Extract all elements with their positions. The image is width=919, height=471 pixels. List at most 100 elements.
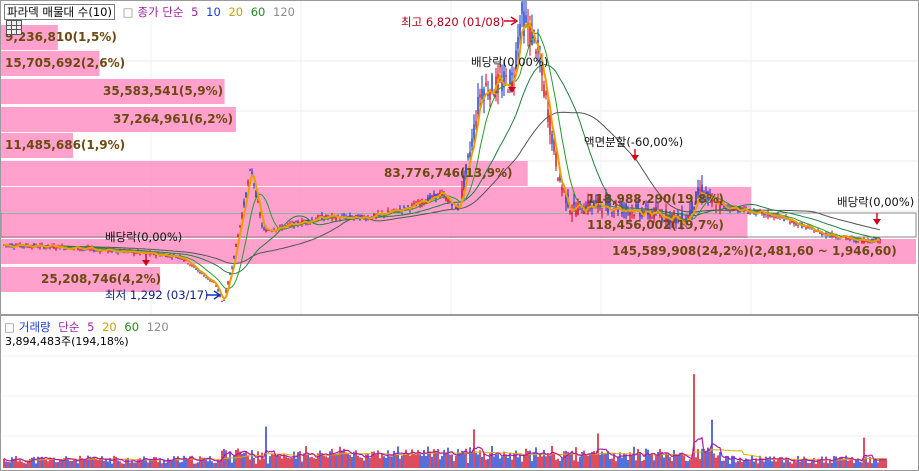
- volume-bar: [183, 455, 185, 468]
- volume-profile-label-5: 11,485,686(1,9%): [5, 138, 125, 152]
- volume-bar: [291, 457, 293, 468]
- volume-bar: [693, 374, 695, 468]
- volume-bar: [313, 458, 315, 468]
- volume-bar: [357, 455, 359, 468]
- volume-bar: [883, 460, 885, 468]
- volume-bar: [517, 457, 519, 468]
- volume-ma-period-120[interactable]: 120: [147, 320, 169, 334]
- volume-bar: [611, 458, 613, 468]
- volume-bar: [289, 458, 291, 468]
- grid-table-icon[interactable]: [6, 20, 22, 35]
- volume-bar: [485, 459, 487, 468]
- volume-bar: [503, 451, 505, 468]
- volume-bar: [491, 446, 493, 468]
- volume-bar: [3, 458, 5, 468]
- volume-bar: [323, 455, 325, 468]
- candle-body: [789, 221, 791, 224]
- volume-bar: [397, 446, 399, 468]
- candle-body: [233, 255, 235, 259]
- price-ma-period-5[interactable]: 5: [191, 5, 198, 19]
- volume-bar: [807, 462, 809, 468]
- volume-bar: [167, 458, 169, 468]
- volume-bar: [447, 447, 449, 468]
- price-ma-period-60[interactable]: 60: [251, 5, 266, 19]
- volume-bar: [427, 446, 429, 468]
- volume-bar: [19, 460, 21, 468]
- volume-bar: [213, 463, 215, 468]
- volume-bar: [643, 459, 645, 468]
- volume-bar: [859, 461, 861, 468]
- volume-bar: [673, 449, 675, 468]
- candle-body: [431, 195, 433, 198]
- volume-bar: [249, 459, 251, 468]
- volume-bar: [265, 426, 267, 468]
- candle-body: [477, 96, 479, 114]
- candle-body: [403, 206, 405, 208]
- dividend-label-3: 배당락(0,00%): [837, 195, 914, 209]
- volume-bar: [535, 447, 537, 468]
- price-ma-prefix[interactable]: 종가 단순: [138, 5, 184, 19]
- candle-body: [581, 212, 583, 214]
- volume-ma-period-60[interactable]: 60: [124, 320, 139, 334]
- volume-bar: [55, 462, 57, 468]
- down-arrow-icon: [508, 87, 516, 93]
- volume-bar: [557, 458, 559, 468]
- volume-bar: [179, 462, 181, 468]
- volume-profile-label-6: 83,776,746(13,9%): [384, 166, 513, 180]
- volume-bar: [501, 456, 503, 468]
- candle-body: [535, 50, 537, 54]
- volume-bar: [93, 456, 95, 468]
- volume-bar: [271, 453, 273, 468]
- volume-bar: [569, 454, 571, 468]
- volume-bar: [283, 454, 285, 468]
- candle-body: [523, 11, 525, 37]
- volume-bar: [61, 460, 63, 468]
- volume-bar: [767, 458, 769, 468]
- volume-bar: [669, 457, 671, 468]
- price-ma-period-120[interactable]: 120: [273, 5, 295, 19]
- volume-bar: [267, 463, 269, 468]
- candle-body: [355, 214, 357, 217]
- volume-bar: [307, 453, 309, 468]
- volume-label[interactable]: 거래량: [19, 320, 51, 334]
- candle-body: [481, 89, 483, 99]
- volume-ma-period-5[interactable]: 5: [87, 320, 94, 334]
- volume-bar: [609, 458, 611, 468]
- volume-bar: [287, 457, 289, 468]
- volume-profile-label[interactable]: 파라덱 매물대 수(10): [4, 4, 115, 20]
- volume-bar: [539, 453, 541, 468]
- candle-body: [239, 225, 241, 227]
- volume-bar: [481, 457, 483, 468]
- volume-bar: [871, 463, 873, 468]
- volume-bar: [251, 450, 253, 468]
- volume-bar: [65, 456, 67, 468]
- volume-bar: [677, 455, 679, 468]
- candle-body: [79, 249, 81, 251]
- volume-bar: [181, 461, 183, 468]
- candle-body: [361, 214, 363, 216]
- candle-body: [479, 94, 481, 98]
- volume-bar: [541, 456, 543, 468]
- price-ma-period-10[interactable]: 10: [206, 5, 221, 19]
- price-ma-period-20[interactable]: 20: [228, 5, 243, 19]
- volume-bar: [35, 463, 37, 468]
- volume-bar: [215, 462, 217, 468]
- volume-bar: [621, 457, 623, 468]
- volume-bar: [123, 463, 125, 468]
- volume-bar: [45, 458, 47, 468]
- volume-bar: [585, 455, 587, 468]
- price-chart-panel[interactable]: 파라덱 매물대 수(10) □ 종가 단순 5 10 20 60 120 9,23…: [0, 0, 919, 315]
- candle-body: [183, 259, 185, 261]
- volume-bar: [713, 453, 715, 468]
- volume-chart-panel[interactable]: □ 거래량 단순 5 20 60 120 3,894,483주(194,18%): [0, 315, 919, 471]
- volume-bar: [493, 456, 495, 468]
- volume-ma-period-20[interactable]: 20: [102, 320, 117, 334]
- volume-bar: [235, 449, 237, 468]
- volume-bar: [245, 451, 247, 468]
- candle-body: [251, 171, 253, 175]
- volume-ma-prefix[interactable]: 단순: [58, 320, 79, 334]
- volume-bar: [315, 458, 317, 468]
- volume-bar: [367, 453, 369, 468]
- volume-bar: [565, 450, 567, 468]
- volume-bar: [163, 459, 165, 468]
